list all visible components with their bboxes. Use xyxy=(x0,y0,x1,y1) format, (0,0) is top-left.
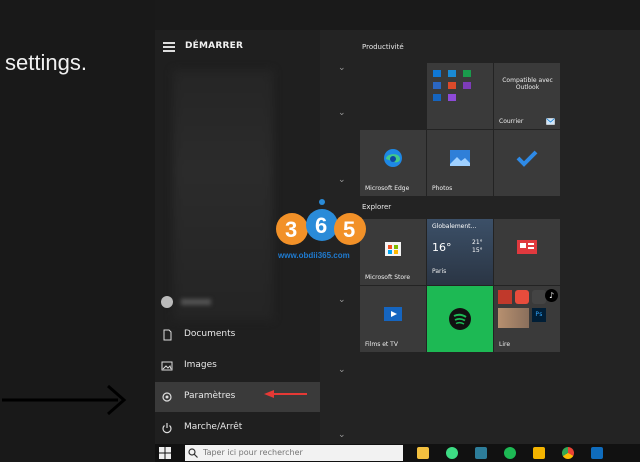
photoshop-icon: Ps xyxy=(532,308,546,322)
hamburger-icon[interactable] xyxy=(163,42,175,52)
weather-low: 15° xyxy=(472,247,483,254)
tile-films[interactable]: Films et TV xyxy=(360,286,426,352)
chevron-down-icon[interactable]: ⌄ xyxy=(338,108,346,118)
tile-play-folder[interactable]: ♪ Ps Lire xyxy=(494,286,560,352)
slide-caption: settings. xyxy=(5,50,87,75)
tile-label: Lire xyxy=(499,341,511,348)
tile-edge[interactable]: Microsoft Edge xyxy=(360,130,426,196)
user-name-blurred xyxy=(181,299,211,305)
weather-temperature: 16° xyxy=(432,241,452,254)
store-icon xyxy=(385,241,401,256)
chevron-down-icon[interactable]: ⌄ xyxy=(338,63,346,73)
app-icon[interactable] xyxy=(446,447,458,459)
menu-item-documents[interactable]: Documents xyxy=(155,320,320,350)
checkmark-icon xyxy=(516,150,538,167)
tile-spotify[interactable] xyxy=(427,286,493,352)
menu-item-power[interactable]: Marche/Arrêt xyxy=(155,413,320,443)
search-icon xyxy=(188,448,198,458)
office-apps-icon xyxy=(433,70,471,101)
red-arrow-icon xyxy=(264,390,307,398)
spotify-icon xyxy=(449,308,471,330)
windows-start-icon[interactable] xyxy=(159,447,171,459)
svg-text:5: 5 xyxy=(343,217,355,242)
mail-icon xyxy=(546,118,555,125)
menu-item-label: Paramètres xyxy=(184,391,236,401)
tile-news[interactable] xyxy=(494,219,560,285)
chrome-icon[interactable] xyxy=(562,447,574,459)
weather-high: 21° xyxy=(472,239,483,246)
power-icon xyxy=(162,423,172,434)
tile-label: Microsoft Store xyxy=(365,274,411,281)
user-account-item[interactable] xyxy=(155,290,320,314)
news-icon xyxy=(517,239,537,254)
file-explorer-icon[interactable] xyxy=(417,447,429,459)
black-arrow-icon xyxy=(2,384,127,416)
gear-icon xyxy=(162,392,172,402)
menu-item-label: Documents xyxy=(184,329,236,339)
tile-label: Courrier xyxy=(499,118,524,125)
image-icon xyxy=(161,361,173,371)
chevron-down-icon[interactable]: ⌄ xyxy=(338,430,346,440)
document-icon xyxy=(163,329,172,341)
menu-item-images[interactable]: Images xyxy=(155,351,320,381)
film-icon xyxy=(384,306,402,321)
search-input[interactable] xyxy=(203,446,398,459)
tile-label: Microsoft Edge xyxy=(365,185,410,192)
app-icon[interactable] xyxy=(533,447,545,459)
weather-city: Paris xyxy=(432,268,447,275)
app-icon xyxy=(532,290,546,304)
tile-mail[interactable]: Compatible avec Outlook Courrier xyxy=(494,63,560,129)
avatar xyxy=(161,296,173,308)
watermark-url: www.obdii365.com xyxy=(278,251,350,260)
app-icon[interactable] xyxy=(475,447,487,459)
svg-text:3: 3 xyxy=(285,217,297,242)
chevron-down-icon[interactable]: ⌄ xyxy=(338,365,346,375)
chevron-down-icon[interactable]: ⌄ xyxy=(338,175,346,185)
tile-mail-subtitle: Compatible avec Outlook xyxy=(502,77,553,91)
tile-todo[interactable] xyxy=(494,130,560,196)
tile-photos[interactable]: Photos xyxy=(427,130,493,196)
svg-text:6: 6 xyxy=(315,213,327,238)
spotify-taskbar-icon[interactable] xyxy=(504,447,516,459)
roblox-icon xyxy=(498,290,512,304)
presentation-slide: settings. xyxy=(0,0,155,462)
app-icon[interactable] xyxy=(591,447,603,459)
menu-item-label: Images xyxy=(184,360,217,370)
group-label-productivity: Productivité xyxy=(362,43,404,51)
photos-icon xyxy=(450,149,470,166)
taskbar-search-box[interactable] xyxy=(185,445,403,461)
start-menu-title: DÉMARRER xyxy=(185,41,244,51)
tile-label: Films et TV xyxy=(365,341,398,348)
tile-weather[interactable]: Globalement… 16° 21° 15° Paris xyxy=(427,219,493,285)
photo-thumbnail xyxy=(498,308,529,328)
chevron-down-icon[interactable]: ⌄ xyxy=(338,295,346,305)
app-list-blurred xyxy=(173,70,273,320)
taskbar xyxy=(155,444,640,462)
tile-label: Photos xyxy=(432,185,453,192)
menu-item-label: Marche/Arrêt xyxy=(184,422,243,432)
game-icon xyxy=(515,290,529,304)
tiktok-icon: ♪ xyxy=(545,289,558,302)
tile-office[interactable] xyxy=(427,63,493,129)
weather-title: Globalement… xyxy=(432,223,477,230)
edge-icon xyxy=(384,148,402,167)
